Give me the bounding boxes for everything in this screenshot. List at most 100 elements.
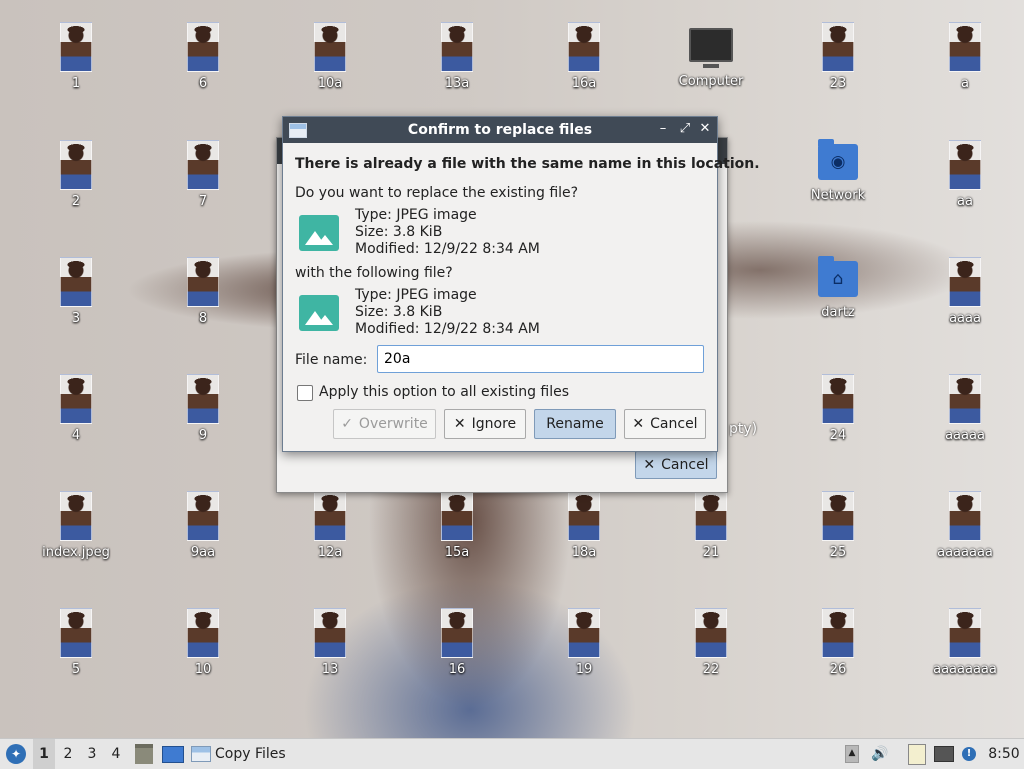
desktop-icon-label: 5 <box>71 662 81 677</box>
task-copy-files[interactable]: Copy Files <box>191 739 291 769</box>
desktop-icon-label: aaaaaaaa <box>933 662 997 677</box>
desktop-icon-item[interactable]: 9aa <box>155 491 251 571</box>
image-thumbnail-icon <box>695 491 727 541</box>
close-icon[interactable]: ✕ <box>697 121 713 137</box>
desktop-icon-item[interactable]: 12a <box>282 491 378 571</box>
desktop-icon-item[interactable]: ⌂ dartz <box>790 256 886 337</box>
desktop-icon-label: 18a <box>571 545 597 560</box>
desktop-icon-item[interactable]: 7 <box>155 140 251 220</box>
desktop-icon-item[interactable]: 8 <box>155 257 251 337</box>
existing-image-file-icon <box>299 215 339 251</box>
desktop-icon-item[interactable]: 6 <box>155 22 251 102</box>
desktop-icon-item[interactable]: 18a <box>536 491 632 571</box>
desktop-icon-label: Computer <box>678 74 744 89</box>
desktop-icon-label: 9aa <box>190 545 216 560</box>
rename-button[interactable]: Rename <box>534 409 616 439</box>
file-name-label: File name: <box>295 352 368 368</box>
desktop-icon-item[interactable]: aaaa <box>917 257 1013 337</box>
desktop-icon-label: aaaaa <box>945 428 985 443</box>
desktop-icon-item[interactable]: aaaaaaaa <box>917 608 1013 688</box>
desktop-icon-item[interactable]: 26 <box>790 608 886 688</box>
desktop-icon-label: 8 <box>198 311 208 326</box>
desktop-icon-item[interactable]: 10a <box>282 22 378 102</box>
desktop-icon-item[interactable]: 19 <box>536 608 632 688</box>
image-thumbnail-icon <box>60 140 92 190</box>
desktop-icon-item[interactable]: 15a <box>409 491 505 571</box>
desktop-icon-item[interactable]: 16 <box>409 608 505 688</box>
file-name-input[interactable] <box>377 345 704 373</box>
new-file-type: Type: JPEG image <box>355 287 477 303</box>
file-manager-launcher[interactable] <box>133 739 155 769</box>
replace-question: Do you want to replace the existing file… <box>295 185 579 201</box>
image-thumbnail-icon <box>60 491 92 541</box>
workspace-2-label: 2 <box>63 746 73 762</box>
desktop-icon-label: 26 <box>829 662 847 677</box>
rename-label: Rename <box>546 416 604 432</box>
desktop-icon-label: 13a <box>444 76 470 91</box>
new-file-info: Type: JPEG image Size: 3.8 KiB Modified:… <box>355 287 540 338</box>
desktop-icon-item[interactable]: aaaaa <box>917 374 1013 454</box>
apply-all-checkbox[interactable] <box>297 385 313 401</box>
desktop-icon-item[interactable]: a <box>917 22 1013 102</box>
task-label: Copy Files <box>215 746 286 762</box>
cancel-button[interactable]: ✕ Cancel <box>624 409 706 439</box>
desktop-icon-label: 9 <box>198 428 208 443</box>
desktop-icon-item[interactable]: 3 <box>28 257 124 337</box>
copy-cancel-button[interactable]: ✕ Cancel <box>635 451 717 479</box>
desktop-icon-label: 19 <box>575 662 593 677</box>
network-button[interactable] <box>932 739 956 769</box>
desktop-icon-label: 21 <box>702 545 720 560</box>
image-thumbnail-icon <box>949 140 981 190</box>
desktop-icon-label: 13 <box>321 662 339 677</box>
dialog-titlebar[interactable]: Confirm to replace files – ⤢ ✕ <box>283 117 717 143</box>
notification-button[interactable]: ! <box>958 739 980 769</box>
new-image-file-icon <box>299 295 339 331</box>
app-menu-button[interactable]: ✦ <box>4 739 28 769</box>
minimize-icon[interactable]: – <box>655 121 671 137</box>
workspace-4-label: 4 <box>111 746 121 762</box>
desktop-icon-item[interactable]: aaaaaaa <box>917 491 1013 571</box>
desktop-icon-item[interactable]: 10 <box>155 608 251 688</box>
desktop-icon-item[interactable]: 24 <box>790 374 886 454</box>
show-desktop-button[interactable] <box>161 739 185 769</box>
start-menu-icon: ✦ <box>6 744 26 764</box>
tray-arrow[interactable]: ▲ <box>842 739 862 769</box>
workspace-1[interactable]: 1 <box>33 739 55 769</box>
desktop-icon-item[interactable]: 13 <box>282 608 378 688</box>
image-thumbnail-icon <box>60 22 92 72</box>
apply-all-label[interactable]: Apply this option to all existing files <box>319 384 569 400</box>
desktop-icon-item[interactable]: ◉ Network <box>790 139 886 220</box>
workspace-3[interactable]: 3 <box>81 739 103 769</box>
image-thumbnail-icon <box>822 374 854 424</box>
desktop-icon-item[interactable]: 1 <box>28 22 124 102</box>
desktop-icon-item[interactable]: 21 <box>663 491 759 571</box>
desktop-icon-item[interactable]: 25 <box>790 491 886 571</box>
desktop-icon-item[interactable]: 4 <box>28 374 124 454</box>
ignore-button[interactable]: ✕ Ignore <box>444 409 526 439</box>
dialog-title: Confirm to replace files <box>407 122 593 138</box>
desktop-icon-item[interactable]: 13a <box>409 22 505 102</box>
workspace-4[interactable]: 4 <box>105 739 127 769</box>
desktop-icon-label: 16 <box>448 662 466 677</box>
workspace-3-label: 3 <box>87 746 97 762</box>
desktop-icon-item[interactable]: 5 <box>28 608 124 688</box>
desktop-icon-item[interactable]: aa <box>917 140 1013 220</box>
clipboard-button[interactable] <box>904 739 930 769</box>
desktop-icon-item[interactable]: 9 <box>155 374 251 454</box>
desktop-icon-item[interactable]: 2 <box>28 140 124 220</box>
workspace-2[interactable]: 2 <box>57 739 79 769</box>
home-folder-icon: ⌂ <box>818 256 858 297</box>
desktop-icon-item[interactable]: Computer <box>663 22 759 102</box>
desktop-icon-item[interactable]: 23 <box>790 22 886 102</box>
maximize-icon[interactable]: ⤢ <box>677 121 693 137</box>
overwrite-button[interactable]: ✓ Overwrite <box>333 409 436 439</box>
desktop-icon-label: 22 <box>702 662 720 677</box>
file-manager-icon <box>135 744 153 764</box>
desktop-icon-item[interactable]: index.jpeg <box>28 491 124 571</box>
clock[interactable]: 8:50 <box>984 739 1024 769</box>
desktop-icon-item[interactable]: 22 <box>663 608 759 688</box>
desktop-icon-item[interactable]: 16a <box>536 22 632 102</box>
volume-button[interactable]: 🔊 <box>868 739 892 769</box>
overwrite-label: Overwrite <box>358 416 428 432</box>
computer-icon <box>689 28 733 68</box>
